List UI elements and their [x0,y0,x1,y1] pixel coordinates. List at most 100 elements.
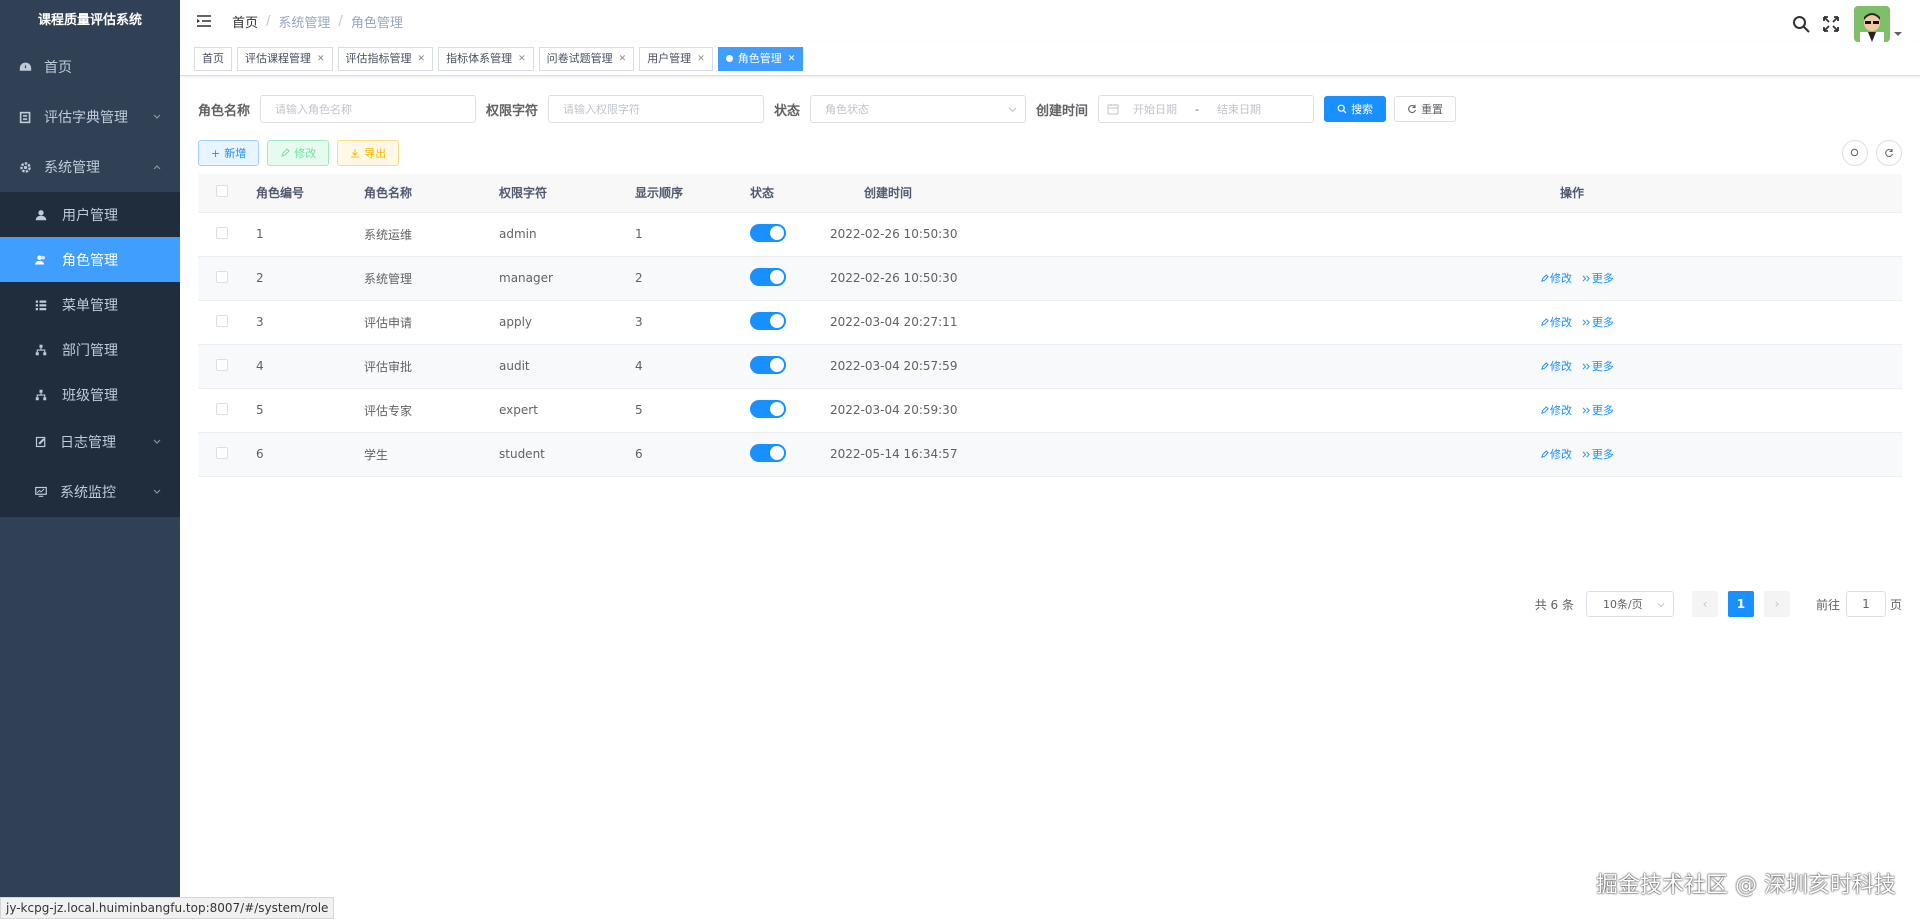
goto-page-input[interactable]: 1 [1845,591,1886,617]
export-button[interactable]: 导出 [337,140,400,166]
edit-button[interactable]: 修改 [267,140,330,166]
col-role-id[interactable]: 角色编号 [256,174,364,213]
tab-eval-courses[interactable]: 评估课程管理 ✕ [237,46,333,71]
breadcrumb-home[interactable]: 首页 [232,12,258,31]
select-cell [198,256,256,301]
sidebar-item-menus[interactable]: 菜单管理 [0,282,180,327]
row-more-link[interactable]: 更多 [1582,402,1614,418]
tab-home[interactable]: 首页 [194,46,232,71]
cell-create-time: 2022-03-04 20:59:30 [830,388,990,433]
role-name-input[interactable]: 请输入角色名称 [260,95,477,123]
status-select[interactable]: 角色状态 [810,95,1027,123]
close-icon[interactable]: ✕ [788,48,796,70]
button-label: 重置 [1421,103,1444,116]
link-label: 更多 [1591,404,1614,417]
tag-label: 评估课程管理 [245,51,311,65]
end-date-placeholder: 结束日期 [1217,103,1262,116]
hamburger-icon[interactable] [196,13,212,29]
row-more-link[interactable]: 更多 [1582,270,1614,286]
role-key-input[interactable]: 请输入权限字符 [548,95,765,123]
row-edit-link[interactable]: 修改 [1540,270,1572,286]
page-size-value: 10条/页 [1602,598,1643,611]
sidebar-item-roles[interactable]: 角色管理 [0,237,180,282]
close-icon[interactable]: ✕ [697,48,705,70]
search-icon[interactable] [1792,15,1810,33]
row-checkbox[interactable] [216,358,228,371]
cell-role-name: 系统管理 [364,256,499,301]
cell-status [750,256,830,301]
sidebar-item-users[interactable]: 用户管理 [0,192,180,237]
close-icon[interactable]: ✕ [317,48,325,70]
reset-button[interactable]: 重置 [1394,96,1457,122]
row-edit-link[interactable]: 修改 [1540,314,1572,330]
status-switch[interactable] [750,443,786,462]
row-checkbox[interactable] [216,226,228,239]
close-icon[interactable]: ✕ [518,48,526,70]
avatar[interactable] [1854,6,1890,42]
status-switch[interactable] [750,355,786,374]
cell-status [750,300,830,345]
search-form: 角色名称 请输入角色名称 权限字符 请输入权限字符 状态 角色状态 创建时间 开… [198,94,1902,124]
refresh-button[interactable] [1876,140,1902,166]
sidebar-item-classes[interactable]: 班级管理 [0,372,180,417]
sidebar-item-departments[interactable]: 部门管理 [0,327,180,372]
dictionary-icon [18,110,32,124]
tab-indicator-system[interactable]: 指标体系管理 ✕ [438,46,534,71]
row-edit-link[interactable]: 修改 [1540,446,1572,462]
cell-role-id: 6 [256,432,364,477]
row-checkbox[interactable] [216,446,228,459]
watermark: 掘金技术社区 @ 深圳亥时科技 [1596,873,1896,898]
sidebar-item-system[interactable]: 系统管理 [0,142,180,192]
page-number-button[interactable]: 1 [1727,591,1754,617]
status-switch[interactable] [750,399,786,418]
fullscreen-icon[interactable] [1822,15,1840,33]
row-more-link[interactable]: 更多 [1582,358,1614,374]
status-switch[interactable] [750,311,786,330]
cell-role-id: 1 [256,212,364,257]
page-size-select[interactable]: 10条/页 [1585,591,1674,617]
cell-role-key: student [499,432,635,477]
sidebar-item-label: 系统监控 [60,485,116,501]
sidebar-item-logs[interactable]: 日志管理 [0,417,180,467]
col-role-key: 权限字符 [499,174,635,213]
close-icon[interactable]: ✕ [619,48,627,70]
row-edit-link[interactable]: 修改 [1540,402,1572,418]
row-checkbox[interactable] [216,270,228,283]
sidebar-item-monitor[interactable]: 系统监控 [0,467,180,517]
cell-role-key: audit [499,344,635,389]
status-switch[interactable] [750,223,786,242]
row-checkbox[interactable] [216,402,228,415]
tag-label: 角色管理 [737,51,782,65]
sidebar-item-dictionary[interactable]: 评估字典管理 [0,92,180,142]
close-icon[interactable]: ✕ [418,48,426,70]
tab-users[interactable]: 用户管理 ✕ [639,46,713,71]
search-button[interactable]: 搜索 [1324,96,1387,122]
row-edit-link[interactable]: 修改 [1540,358,1572,374]
row-more-link[interactable]: 更多 [1582,446,1614,462]
add-button[interactable]: + 新增 [198,140,260,166]
link-label: 更多 [1591,448,1614,461]
active-dot [725,55,733,62]
toggle-search-button[interactable] [1842,140,1868,166]
button-label: 搜索 [1351,103,1374,116]
row-checkbox[interactable] [216,314,228,327]
link-label: 修改 [1550,316,1572,329]
prev-page-button[interactable]: ‹ [1691,591,1718,617]
cell-actions: 修改 更多 [990,388,1902,433]
sidebar-item-home[interactable]: 首页 [0,42,180,92]
status-switch[interactable] [750,267,786,286]
tab-roles[interactable]: 角色管理 ✕ [717,46,804,71]
tab-questionnaire[interactable]: 问卷试题管理 ✕ [538,46,635,71]
row-more-link[interactable]: 更多 [1582,314,1614,330]
sidebar-item-label: 部门管理 [62,342,118,359]
next-page-button[interactable]: › [1763,591,1790,617]
tab-eval-indicators[interactable]: 评估指标管理 ✕ [337,46,434,71]
double-right-icon [1582,406,1590,414]
caret-down-icon[interactable] [1894,30,1902,38]
date-range-picker[interactable]: 开始日期 - 结束日期 [1098,95,1315,123]
content: 角色名称 请输入角色名称 权限字符 请输入权限字符 状态 角色状态 创建时间 开… [180,94,1920,617]
chevron-down-icon [1657,603,1665,608]
select-all-checkbox[interactable] [216,185,228,198]
cell-create-time: 2022-02-26 10:50:30 [830,212,990,257]
tag-label: 问卷试题管理 [546,51,613,65]
